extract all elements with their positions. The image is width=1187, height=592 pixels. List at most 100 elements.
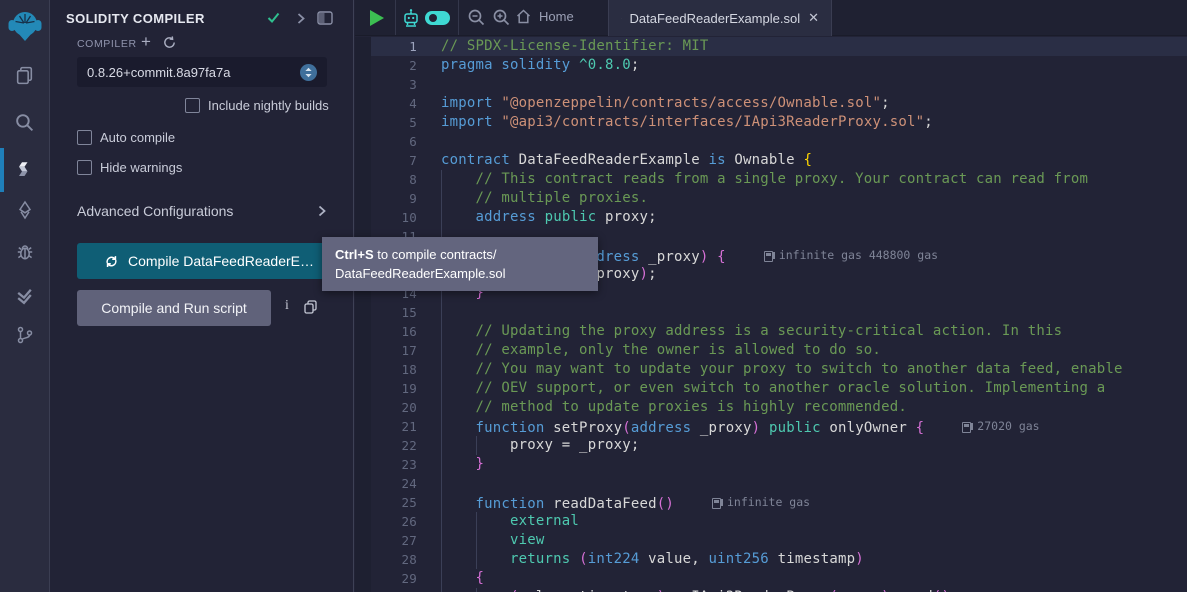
code-text: external	[425, 512, 579, 531]
search-icon	[14, 112, 35, 133]
copy-icon[interactable]	[304, 300, 317, 319]
home-tab[interactable]: Home	[515, 8, 574, 25]
code-line-24[interactable]: 24	[355, 474, 1187, 493]
gas-pump-icon	[712, 498, 721, 509]
code-line-15[interactable]: 15	[355, 303, 1187, 322]
code-line-27[interactable]: 27 view	[355, 531, 1187, 550]
gas-estimate-annotation: infinite gas	[712, 493, 810, 512]
code-text: // OEV support, or even switch to anothe…	[425, 379, 1105, 398]
code-text: (value, timestamp) = IApi3ReaderProxy(pr…	[425, 588, 959, 592]
zoom-out-icon[interactable]	[467, 8, 486, 32]
pin-panel-icon[interactable]	[317, 11, 333, 30]
sidebar-item-solidity-compiler[interactable]	[0, 150, 49, 190]
tooltip-line2: DataFeedReaderExample.sol	[335, 264, 585, 283]
code-text: returns (int224 value, uint256 timestamp…	[425, 550, 864, 569]
code-line-20[interactable]: 20 // method to update proxies is highly…	[355, 398, 1187, 417]
hide-warnings-checkbox[interactable]	[77, 160, 92, 175]
auto-compile-checkbox-row[interactable]: Auto compile	[77, 130, 175, 145]
sidebar-item-search[interactable]	[0, 102, 49, 142]
panel-title: SOLIDITY COMPILER	[66, 11, 205, 26]
sidebar-item-file-explorer[interactable]	[0, 55, 49, 95]
code-line-18[interactable]: 18 // You may want to update your proxy …	[355, 360, 1187, 379]
nightly-builds-checkbox-row[interactable]: Include nightly builds	[185, 98, 329, 113]
code-line-25[interactable]: 25 function readDataFeed()infinite gas	[355, 493, 1187, 512]
compile-and-run-label: Compile and Run script	[101, 300, 247, 316]
code-line-6[interactable]: 6	[355, 132, 1187, 151]
info-icon[interactable]: i	[285, 298, 289, 314]
code-text: function readDataFeed()infinite gas	[425, 493, 810, 512]
toolbar-divider	[458, 0, 459, 35]
code-line-17[interactable]: 17 // example, only the owner is allowed…	[355, 341, 1187, 360]
compiler-section-label: COMPILER	[77, 38, 137, 50]
run-script-play-icon[interactable]	[370, 10, 384, 26]
code-line-3[interactable]: 3	[355, 75, 1187, 94]
code-line-26[interactable]: 26 external	[355, 512, 1187, 531]
code-line-5[interactable]: 5import "@api3/contracts/interfaces/IApi…	[355, 113, 1187, 132]
sidebar-item-unit-testing[interactable]	[0, 275, 49, 315]
code-line-19[interactable]: 19 // OEV support, or even switch to ano…	[355, 379, 1187, 398]
code-line-4[interactable]: 4import "@openzeppelin/contracts/access/…	[355, 94, 1187, 113]
code-line-2[interactable]: 2pragma solidity ^0.8.0;	[355, 56, 1187, 75]
ai-copilot-robot-icon[interactable]	[401, 7, 421, 34]
code-text: // multiple proxies.	[425, 189, 648, 208]
code-line-1[interactable]: 1// SPDX-License-Identifier: MIT	[355, 37, 1187, 56]
reload-compiler-icon[interactable]	[162, 35, 177, 55]
hide-warnings-checkbox-row[interactable]: Hide warnings	[77, 160, 182, 175]
code-text: view	[425, 531, 545, 550]
advanced-chevron-right-icon	[317, 204, 327, 218]
add-compiler-icon[interactable]: +	[141, 33, 151, 51]
code-line-8[interactable]: 8 // This contract reads from a single p…	[355, 170, 1187, 189]
tab-label: DataFeedReaderExample.sol	[630, 11, 801, 26]
nightly-builds-checkbox[interactable]	[185, 98, 200, 113]
code-text: contract DataFeedReaderExample is Ownabl…	[425, 151, 812, 170]
editor-area: Home DataFeedReaderExample.sol ✕ 1// SPD…	[355, 0, 1187, 592]
home-icon	[515, 8, 532, 25]
solidity-file-icon	[621, 11, 622, 26]
gas-pump-icon	[962, 422, 971, 433]
compile-shortcut-tooltip: Ctrl+S to compile contracts/ DataFeedRea…	[322, 237, 598, 291]
auto-compile-checkbox[interactable]	[77, 130, 92, 145]
compile-and-run-button[interactable]: Compile and Run script	[77, 290, 271, 326]
zoom-in-icon[interactable]	[492, 8, 511, 32]
gas-estimate-annotation: 27020 gas	[962, 417, 1039, 436]
code-text: // You may want to update your proxy to …	[425, 360, 1123, 379]
code-line-9[interactable]: 9 // multiple proxies.	[355, 189, 1187, 208]
code-editor[interactable]: 1// SPDX-License-Identifier: MIT2pragma …	[355, 37, 1187, 592]
solidity-compiler-icon	[15, 160, 35, 180]
ai-copilot-toggle[interactable]	[425, 11, 450, 25]
code-line-16[interactable]: 16 // Updating the proxy address is a se…	[355, 322, 1187, 341]
code-line-22[interactable]: 22 proxy = _proxy;	[355, 436, 1187, 455]
code-line-28[interactable]: 28 returns (int224 value, uint256 timest…	[355, 550, 1187, 569]
compiler-version-select[interactable]: 0.8.26+commit.8a97fa7a	[77, 57, 327, 87]
indent-guide	[441, 170, 442, 592]
code-text: import "@openzeppelin/contracts/access/O…	[425, 94, 890, 113]
indent-guide	[476, 588, 477, 592]
solidity-compiler-panel: SOLIDITY COMPILER COMPILER + 0.8.26+comm…	[51, 0, 354, 592]
code-line-21[interactable]: 21 function setProxy(address _proxy) pub…	[355, 417, 1187, 436]
panel-chevron-right-icon[interactable]	[296, 12, 306, 30]
compiler-version-value: 0.8.26+commit.8a97fa7a	[87, 65, 300, 80]
code-line-23[interactable]: 23 }	[355, 455, 1187, 474]
advanced-configurations-label: Advanced Configurations	[77, 203, 317, 219]
bug-icon	[15, 242, 35, 262]
code-text	[425, 474, 441, 493]
code-text	[425, 303, 441, 322]
compile-button[interactable]: Compile DataFeedReaderE…	[77, 243, 341, 279]
sidebar-item-deploy-and-run[interactable]	[0, 190, 49, 230]
code-line-7[interactable]: 7contract DataFeedReaderExample is Ownab…	[355, 151, 1187, 170]
refresh-icon	[104, 254, 119, 269]
sidebar-item-git[interactable]	[0, 315, 49, 355]
sidebar-item-debugger[interactable]	[0, 232, 49, 272]
tab-close-icon[interactable]: ✕	[808, 10, 819, 26]
code-lines: 1// SPDX-License-Identifier: MIT2pragma …	[355, 37, 1187, 592]
remix-logo[interactable]	[0, 4, 49, 48]
code-line-30[interactable]: 30 (value, timestamp) = IApi3ReaderProxy…	[355, 588, 1187, 592]
compile-button-label: Compile DataFeedReaderE…	[128, 253, 314, 269]
remix-logo-icon	[6, 6, 44, 46]
advanced-configurations-toggle[interactable]: Advanced Configurations	[77, 203, 327, 219]
code-line-29[interactable]: 29 {	[355, 569, 1187, 588]
tab-datafeedreaderexample[interactable]: DataFeedReaderExample.sol ✕	[608, 0, 832, 36]
auto-compile-label: Auto compile	[100, 130, 175, 145]
code-line-10[interactable]: 10 address public proxy;	[355, 208, 1187, 227]
remix-ide-window: SOLIDITY COMPILER COMPILER + 0.8.26+comm…	[0, 0, 1187, 592]
